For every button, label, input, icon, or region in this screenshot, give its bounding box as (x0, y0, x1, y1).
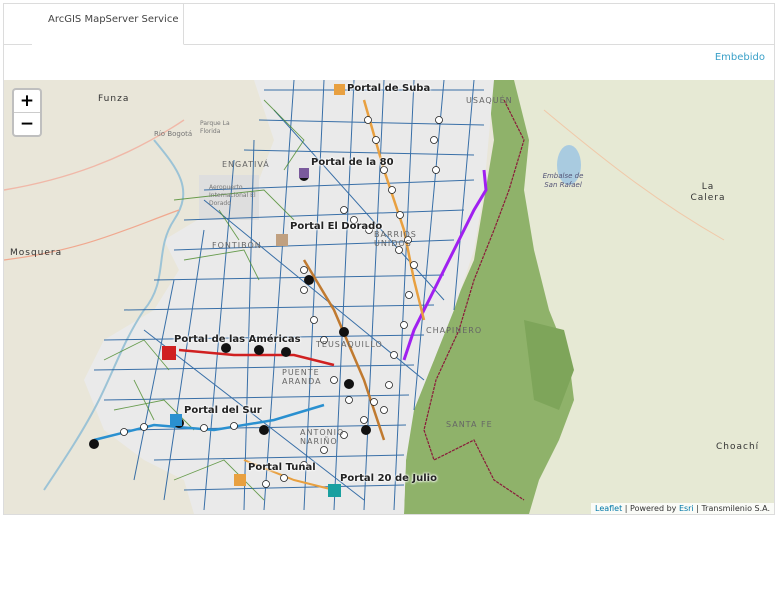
service-panel: ArcGIS MapServer Service Embebido Funza … (3, 3, 775, 515)
portal-label: Portal del Sur (184, 405, 262, 416)
place-label: Choachí (716, 442, 760, 452)
portal-label: Portal El Dorado (290, 221, 383, 232)
attribution-owner: | Transmilenio S.A. (693, 504, 770, 513)
basemap (4, 80, 774, 514)
portal-label: Portal Tunal (248, 462, 316, 473)
neighborhood-label: FONTIBÓN (212, 241, 262, 250)
neighborhood-label: ANTONIO NARIÑO (300, 428, 345, 446)
place-label: Aeropuerto Internacional El Dorado (209, 184, 256, 207)
zoom-in-button[interactable]: + (14, 90, 40, 113)
portal-label: Portal de Suba (347, 83, 431, 94)
map-viewport[interactable]: Funza Mosquera La Calera Choachí Embalse… (4, 80, 774, 514)
portal-label: Portal de las Américas (174, 334, 301, 345)
place-label: Parque La Florida (200, 120, 230, 135)
esri-link[interactable]: Esri (679, 504, 694, 513)
place-label: Funza (98, 94, 130, 104)
neighborhood-label: PUENTE ARANDA (282, 368, 322, 386)
zoom-out-button[interactable]: − (14, 113, 40, 135)
neighborhood-label: USAQUÉN (466, 96, 513, 105)
neighborhood-label: SANTA FE (446, 420, 493, 429)
place-label: Mosquera (10, 248, 63, 258)
place-label: Embalse de San Rafael (542, 172, 584, 189)
neighborhood-label: CHAPINERO (426, 326, 483, 335)
place-label: Río Bogotá (154, 130, 193, 138)
neighborhood-label: TEUSAQUILLO (316, 340, 383, 349)
attribution-text: | Powered by (622, 504, 679, 513)
portal-label: Portal 20 de Julio (340, 473, 437, 484)
tab-bar: ArcGIS MapServer Service (4, 4, 774, 45)
zoom-control: + − (12, 88, 42, 137)
place-label: La Calera (690, 182, 726, 203)
neighborhood-label: BARRIOS UNIDOS (374, 230, 417, 248)
map-attribution: Leaflet | Powered by Esri | Transmilenio… (591, 503, 774, 514)
embed-link[interactable]: Embebido (715, 52, 765, 63)
tab-arcgis-mapserver-service[interactable]: ArcGIS MapServer Service (32, 4, 184, 45)
tab-spacer (4, 4, 33, 44)
tab-label: ArcGIS MapServer Service (48, 14, 179, 25)
portal-label: Portal de la 80 (311, 157, 394, 168)
neighborhood-label: ENGATIVÁ (222, 160, 270, 169)
leaflet-link[interactable]: Leaflet (595, 504, 622, 513)
